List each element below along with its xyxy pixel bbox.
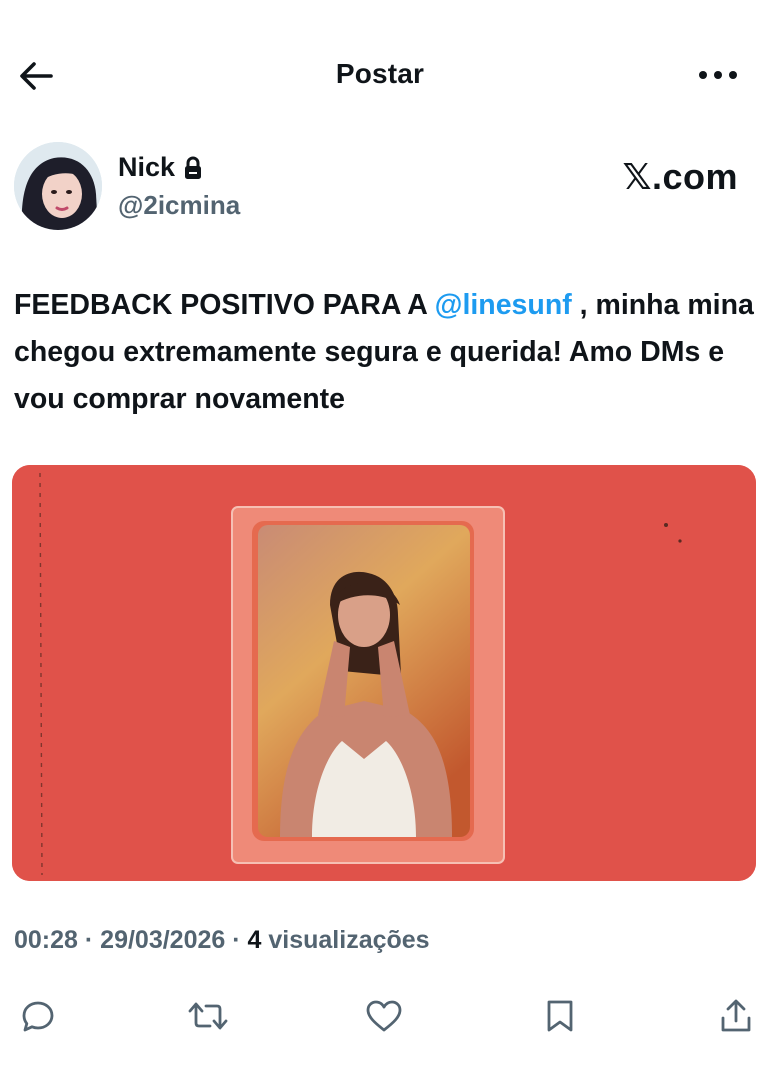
lock-icon: [185, 156, 202, 179]
repost-button[interactable]: [184, 992, 232, 1040]
page-title: Postar: [335, 58, 425, 89]
share-button[interactable]: [712, 992, 760, 1040]
author-row: Nick @2icmina 𝕏.com: [14, 142, 754, 234]
meta-separator: ·: [225, 926, 248, 954]
more-button[interactable]: [696, 60, 740, 90]
like-button[interactable]: [360, 992, 408, 1040]
user-handle[interactable]: @2icmina: [118, 190, 240, 221]
avatar[interactable]: [14, 142, 102, 230]
reply-button[interactable]: [14, 992, 62, 1040]
reply-icon: [22, 1001, 54, 1032]
post-time[interactable]: 00:28: [14, 926, 78, 954]
display-name[interactable]: Nick: [118, 152, 175, 183]
more-horizontal-icon: [699, 71, 737, 79]
tweet-text: FEEDBACK POSITIVO PARA A @linesunf , min…: [14, 282, 754, 423]
action-bar: [0, 992, 760, 1042]
mention-link[interactable]: @linesunf: [435, 289, 572, 321]
post-date[interactable]: 29/03/2026: [100, 926, 225, 954]
tweet-photo[interactable]: [12, 465, 756, 881]
name-row: Nick: [118, 152, 203, 183]
tweet-text-start: FEEDBACK POSITIVO PARA A: [14, 289, 435, 321]
bookmark-icon: [547, 1000, 573, 1032]
bookmark-button[interactable]: [536, 992, 584, 1040]
top-bar: Postar: [0, 40, 760, 110]
views-label[interactable]: visualizações: [261, 926, 429, 954]
views-count[interactable]: 4: [248, 926, 262, 954]
retweet-icon: [188, 1002, 228, 1030]
like-icon: [366, 1000, 402, 1032]
post-metadata: 00:28 · 29/03/2026 · 4 visualizações: [14, 926, 430, 955]
meta-separator: ·: [77, 926, 101, 954]
x-com-watermark: 𝕏.com: [622, 156, 738, 197]
share-icon: [721, 999, 751, 1032]
